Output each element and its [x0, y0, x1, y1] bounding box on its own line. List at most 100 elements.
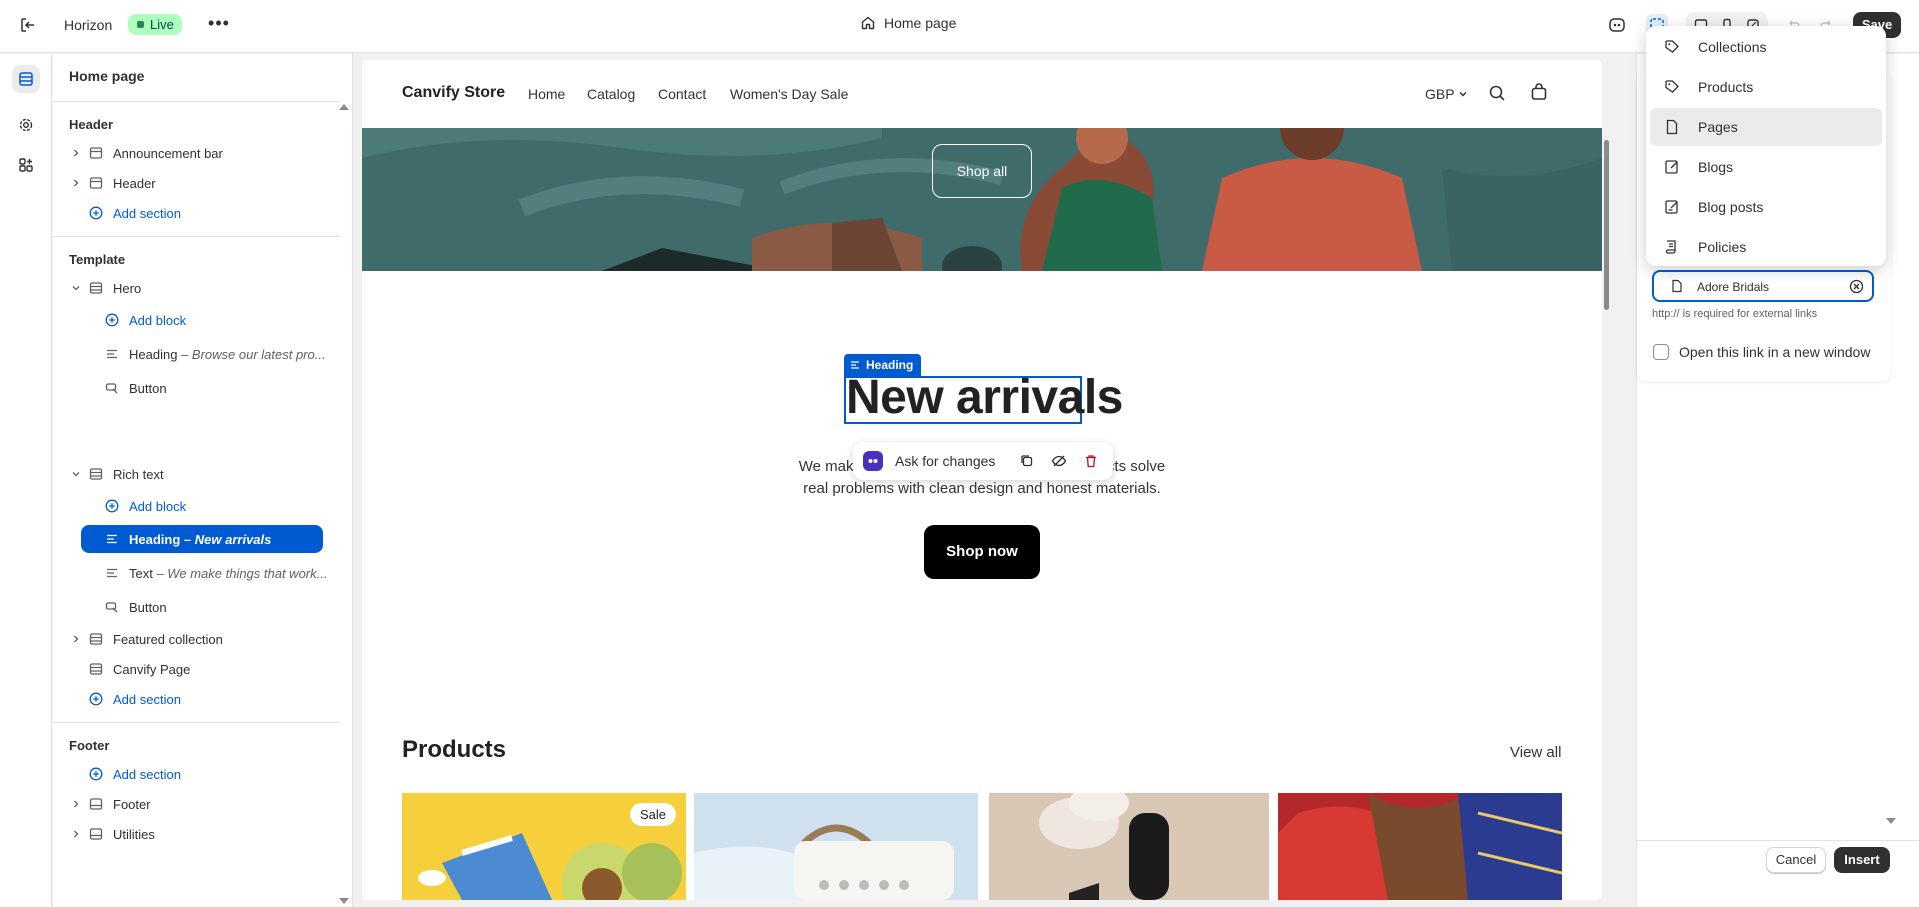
cancel-button[interactable]: Cancel: [1766, 847, 1826, 873]
section-label: Footer: [113, 796, 151, 812]
products-heading: Products: [402, 736, 507, 763]
section-rich-text[interactable]: Rich text: [69, 461, 335, 487]
settings-icon[interactable]: [12, 111, 40, 139]
view-all-link[interactable]: View all: [1510, 744, 1561, 761]
block-rich-text-heading[interactable]: Heading – New arrivals: [81, 525, 323, 553]
block-rich-text-text[interactable]: Text – We make things that work...: [103, 560, 329, 586]
sidebar-scroll-up-icon[interactable]: [339, 104, 349, 110]
section-icon: [87, 630, 105, 648]
preview-scrollbar[interactable]: [1604, 140, 1609, 310]
block-hero-heading[interactable]: Heading – Browse our latest pro...: [103, 341, 329, 367]
duplicate-icon[interactable]: [1019, 453, 1035, 472]
add-block-label: Add block: [129, 312, 187, 328]
add-section-footer[interactable]: Add section: [87, 761, 353, 787]
menu-item-blogs[interactable]: Blogs: [1650, 148, 1882, 186]
page-picker[interactable]: Home page: [860, 15, 956, 31]
block-label: Button: [129, 599, 167, 615]
product-card[interactable]: Sale: [402, 793, 686, 900]
chevron-down-icon: [1459, 91, 1467, 97]
add-section-label: Add section: [113, 766, 181, 782]
menu-item-products[interactable]: Products: [1650, 68, 1882, 106]
sections-icon[interactable]: [12, 65, 40, 93]
divider: [53, 101, 340, 102]
group-heading-header: Header: [69, 117, 114, 132]
chevron-right-icon[interactable]: [69, 632, 83, 646]
clear-icon[interactable]: [1849, 279, 1864, 297]
nav-home[interactable]: Home: [528, 86, 565, 102]
add-block-rich-text[interactable]: Add block: [103, 493, 369, 519]
chevron-down-icon[interactable]: [69, 467, 83, 481]
hero-banner: Shop all: [362, 128, 1602, 271]
block-label: Button: [129, 380, 167, 396]
section-icon: [87, 465, 105, 483]
exit-icon[interactable]: [18, 15, 38, 35]
delete-icon[interactable]: [1083, 453, 1099, 472]
apps-icon[interactable]: [12, 151, 40, 179]
chevron-down-icon[interactable]: [69, 281, 83, 295]
add-section-header[interactable]: Add section: [87, 200, 353, 226]
shop-now-button[interactable]: Shop now: [924, 525, 1040, 579]
group-heading-footer: Footer: [69, 738, 110, 753]
divider: [1637, 840, 1919, 841]
link-input-value: Adore Bridals: [1697, 280, 1770, 294]
chevron-right-icon[interactable]: [69, 176, 83, 190]
shop-all-button[interactable]: Shop all: [932, 144, 1032, 198]
store-name[interactable]: Canvify Store: [402, 84, 505, 102]
page-icon: [1664, 119, 1680, 135]
section-utilities[interactable]: Utilities: [69, 821, 335, 847]
chevron-right-icon[interactable]: [69, 797, 83, 811]
theme-name: Horizon: [64, 17, 113, 33]
button-icon: [103, 598, 121, 616]
more-actions-icon[interactable]: •••: [208, 14, 230, 36]
add-circle-icon: [87, 690, 105, 708]
block-label: Text – We make things that work...: [129, 565, 328, 581]
new-arrivals-heading[interactable]: New arrivals: [846, 370, 1123, 425]
currency-selector[interactable]: GBP: [1425, 86, 1468, 102]
add-section-label: Add section: [113, 691, 181, 707]
section-hero[interactable]: Hero: [69, 275, 335, 301]
section-icon: [87, 174, 105, 192]
text-align-icon: [851, 361, 859, 369]
link-type-dropdown: Collections Products Pages Blogs Blog po…: [1646, 26, 1886, 266]
chevron-right-icon[interactable]: [69, 146, 83, 160]
sidekick-icon[interactable]: [863, 451, 883, 471]
policy-icon: [1664, 239, 1680, 255]
search-icon[interactable]: [1488, 84, 1506, 105]
blog-post-icon: [1664, 199, 1680, 215]
menu-item-blog-posts[interactable]: Blog posts: [1650, 188, 1882, 226]
store-header: Canvify Store Home Catalog Contact Women…: [362, 60, 1602, 128]
hide-icon[interactable]: [1051, 453, 1067, 472]
menu-item-collections[interactable]: Collections: [1650, 28, 1882, 66]
section-footer[interactable]: Footer: [69, 791, 335, 817]
product-card[interactable]: [989, 793, 1269, 900]
section-announcement-bar[interactable]: Announcement bar: [69, 140, 335, 166]
page-icon: [1670, 279, 1684, 296]
link-input[interactable]: Adore Bridals: [1652, 270, 1874, 302]
product-card[interactable]: [694, 793, 978, 900]
new-window-label[interactable]: Open this link in a new window: [1679, 344, 1870, 360]
ask-for-changes-button[interactable]: Ask for changes: [895, 453, 995, 469]
panel-scroll-down-icon[interactable]: [1886, 818, 1896, 824]
nav-catalog[interactable]: Catalog: [587, 86, 635, 102]
home-icon: [861, 16, 875, 30]
product-card[interactable]: [1278, 793, 1562, 900]
insert-button[interactable]: Insert: [1834, 847, 1890, 873]
nav-contact[interactable]: Contact: [658, 86, 706, 102]
blog-icon: [1664, 159, 1680, 175]
cart-icon[interactable]: [1530, 83, 1548, 104]
section-header[interactable]: Header: [69, 170, 335, 196]
add-section-template[interactable]: Add section: [87, 686, 353, 712]
chevron-right-icon[interactable]: [69, 827, 83, 841]
block-hero-button[interactable]: Button: [103, 375, 369, 401]
section-canvify-page[interactable]: Canvify Page: [87, 656, 353, 682]
sidebar-scroll-down-icon[interactable]: [339, 898, 349, 904]
add-block-hero[interactable]: Add block: [103, 307, 369, 333]
menu-item-policies[interactable]: Policies: [1650, 228, 1882, 266]
nav-womens-day-sale[interactable]: Women's Day Sale: [730, 86, 848, 102]
menu-item-pages[interactable]: Pages: [1650, 108, 1882, 146]
sidekick-icon[interactable]: [1606, 14, 1628, 36]
block-rich-text-button[interactable]: Button: [103, 594, 369, 620]
section-featured-collection[interactable]: Featured collection: [69, 626, 335, 652]
add-block-label: Add block: [129, 498, 187, 514]
new-window-checkbox[interactable]: [1653, 344, 1669, 360]
